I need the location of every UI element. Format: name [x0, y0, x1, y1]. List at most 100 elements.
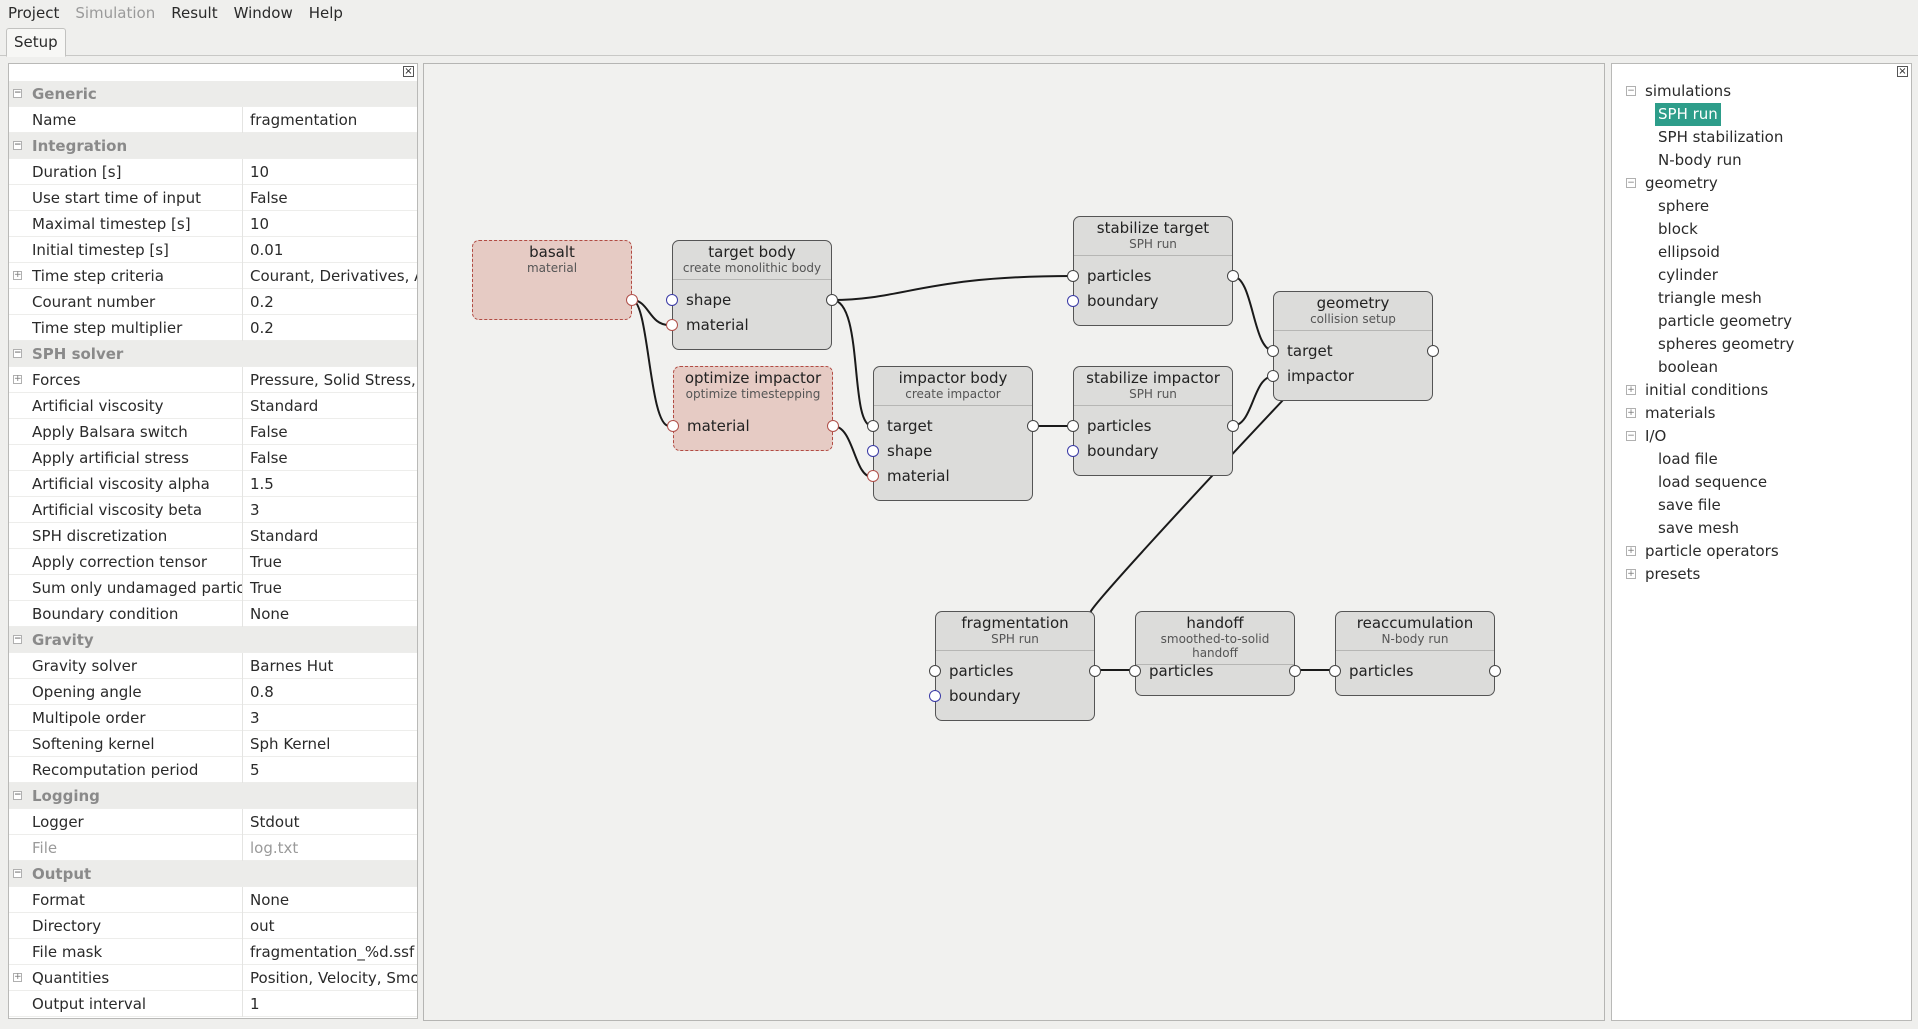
input-pin-target[interactable] [1267, 345, 1279, 357]
output-pin[interactable] [1227, 420, 1239, 432]
tree-item[interactable]: sphere [1612, 195, 1912, 218]
input-pin-particles[interactable] [1329, 665, 1341, 677]
property-value[interactable]: out [242, 913, 417, 939]
property-value[interactable]: True [242, 575, 417, 601]
property-row[interactable]: Apply Balsara switch False [9, 419, 417, 445]
property-value[interactable]: Stdout [242, 809, 417, 835]
property-row[interactable]: Artificial viscosity beta 3 [9, 497, 417, 523]
property-group[interactable]: − Generic [9, 81, 417, 107]
property-row[interactable]: Multipole order 3 [9, 705, 417, 731]
menu-window[interactable]: Window [226, 0, 301, 26]
tree-item[interactable]: load file [1612, 448, 1912, 471]
input-pin-particles[interactable] [1129, 665, 1141, 677]
output-pin[interactable] [826, 294, 838, 306]
close-panel-icon[interactable]: × [403, 66, 414, 77]
property-value[interactable]: False [242, 185, 417, 211]
property-value[interactable]: fragmentation [242, 107, 417, 133]
property-row[interactable]: Logger Stdout [9, 809, 417, 835]
input-pin-material[interactable] [667, 420, 679, 432]
tree-item[interactable]: N-body run [1612, 149, 1912, 172]
node-reaccumulation[interactable]: reaccumulation N-body run particles [1329, 611, 1501, 696]
collapse-icon[interactable]: − [13, 141, 22, 150]
tab-setup[interactable]: Setup [6, 28, 66, 57]
output-pin[interactable] [1089, 665, 1101, 677]
node-handoff[interactable]: handoff smoothed-to-solid handoff partic… [1129, 611, 1301, 696]
property-row[interactable]: Output interval 1 [9, 991, 417, 1017]
property-value[interactable]: False [242, 419, 417, 445]
collapse-icon[interactable]: − [13, 869, 22, 878]
property-value[interactable]: Standard [242, 393, 417, 419]
property-row[interactable]: + Time step criteria Courant, Derivatives,… [9, 263, 417, 289]
expand-icon[interactable]: + [1626, 569, 1636, 579]
collapse-icon[interactable]: − [13, 635, 22, 644]
property-value[interactable]: Pressure, Solid Stress, Gra [242, 367, 417, 393]
node-geometry[interactable]: geometry collision setup target impactor [1267, 291, 1439, 401]
property-value[interactable]: Courant, Derivatives, Acce [242, 263, 417, 289]
input-pin-material[interactable] [867, 470, 879, 482]
tree-item[interactable]: load sequence [1612, 471, 1912, 494]
property-value[interactable]: Position, Velocity, Smoothi [242, 965, 417, 991]
property-row[interactable]: Directory out [9, 913, 417, 939]
tree-item[interactable]: particle geometry [1612, 310, 1912, 333]
node-basalt[interactable]: basalt material [472, 240, 638, 320]
collapse-icon[interactable]: − [1626, 86, 1636, 96]
output-pin[interactable] [1489, 665, 1501, 677]
property-value[interactable]: 0.2 [242, 315, 417, 341]
menu-result[interactable]: Result [163, 0, 225, 26]
property-row[interactable]: SPH discretization Standard [9, 523, 417, 549]
property-value[interactable]: 0.2 [242, 289, 417, 315]
output-pin[interactable] [1027, 420, 1039, 432]
property-row[interactable]: Name fragmentation [9, 107, 417, 133]
collapse-icon[interactable]: − [1626, 431, 1636, 441]
property-row[interactable]: Artificial viscosity Standard [9, 393, 417, 419]
tree-item[interactable]: SPH run [1612, 103, 1912, 126]
collapse-icon[interactable]: − [13, 349, 22, 358]
property-row[interactable]: Sum only undamaged particlesTrue [9, 575, 417, 601]
property-row[interactable]: Duration [s] 10 [9, 159, 417, 185]
expand-icon[interactable]: + [1626, 546, 1636, 556]
property-value[interactable]: 1.5 [242, 471, 417, 497]
tree-category[interactable]: + presets [1612, 563, 1912, 586]
property-value[interactable]: Barnes Hut [242, 653, 417, 679]
property-value[interactable]: 1 [242, 991, 417, 1017]
property-value[interactable]: True [242, 549, 417, 575]
input-pin-shape[interactable] [666, 294, 678, 306]
collapse-icon[interactable]: − [1626, 178, 1636, 188]
input-pin-impactor[interactable] [1267, 370, 1279, 382]
property-row[interactable]: Use start time of input False [9, 185, 417, 211]
output-pin[interactable] [626, 294, 638, 306]
property-row[interactable]: Courant number 0.2 [9, 289, 417, 315]
property-value[interactable]: 0.01 [242, 237, 417, 263]
node-stabilize-target[interactable]: stabilize target SPH run particles bound… [1067, 216, 1239, 326]
tree-item[interactable]: block [1612, 218, 1912, 241]
menu-help[interactable]: Help [301, 0, 351, 26]
output-pin[interactable] [1427, 345, 1439, 357]
tree-item[interactable]: save file [1612, 494, 1912, 517]
property-row[interactable]: Softening kernel Sph Kernel [9, 731, 417, 757]
property-value[interactable]: fragmentation_%d.ssf [242, 939, 417, 965]
expand-icon[interactable]: + [1626, 408, 1636, 418]
property-value[interactable]: None [242, 601, 417, 627]
collapse-icon[interactable]: − [13, 791, 22, 800]
property-row[interactable]: Boundary condition None [9, 601, 417, 627]
property-group[interactable]: − Logging [9, 783, 417, 809]
output-pin[interactable] [1227, 270, 1239, 282]
property-row[interactable]: File log.txt [9, 835, 417, 861]
tree-item[interactable]: spheres geometry [1612, 333, 1912, 356]
property-value[interactable]: 5 [242, 757, 417, 783]
property-row[interactable]: + Quantities Position, Velocity, Smoothi [9, 965, 417, 991]
property-group[interactable]: − SPH solver [9, 341, 417, 367]
input-pin-target[interactable] [867, 420, 879, 432]
tree-item[interactable]: save mesh [1612, 517, 1912, 540]
tree-item[interactable]: boolean [1612, 356, 1912, 379]
property-value[interactable]: 3 [242, 705, 417, 731]
input-pin-boundary[interactable] [1067, 295, 1079, 307]
property-value[interactable]: 0.8 [242, 679, 417, 705]
expand-icon[interactable]: + [1626, 385, 1636, 395]
property-row[interactable]: + Forces Pressure, Solid Stress, Gra [9, 367, 417, 393]
node-optimize-impactor[interactable]: optimize impactor optimize timestepping … [667, 366, 839, 451]
close-panel-icon[interactable]: × [1897, 66, 1908, 77]
expand-icon[interactable]: + [13, 375, 22, 384]
property-row[interactable]: Recomputation period 5 [9, 757, 417, 783]
menu-project[interactable]: Project [0, 0, 67, 26]
